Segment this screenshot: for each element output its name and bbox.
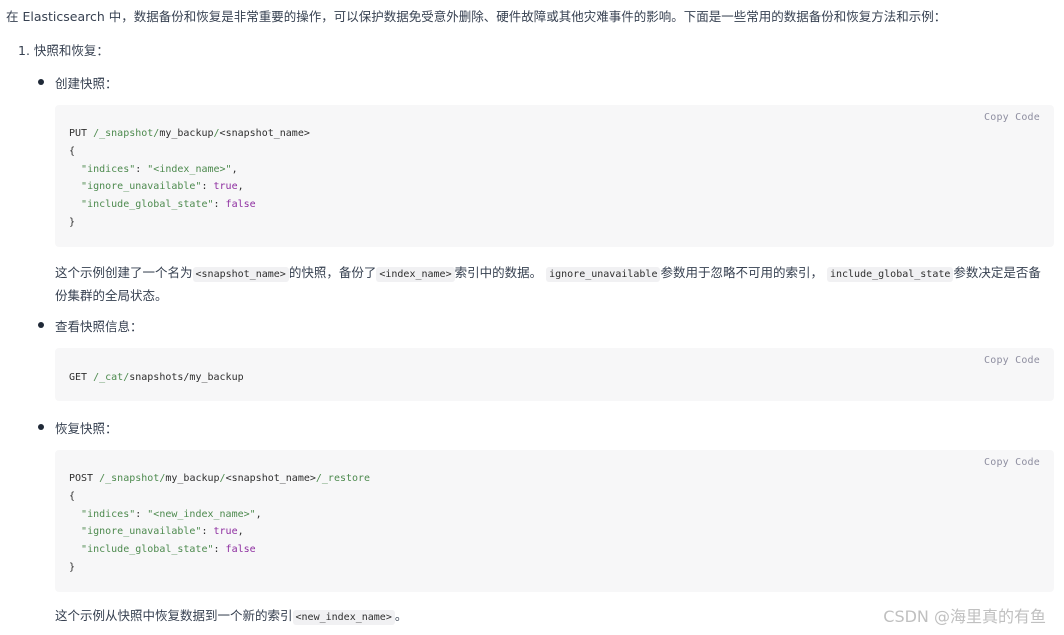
inline-code: include_global_state [826,267,954,282]
copy-code-button[interactable]: Copy Code [984,457,1040,468]
intro-paragraph: 在 Elasticsearch 中，数据备份和恢复是非常重要的操作，可以保护数据… [6,9,947,24]
ordered-list-item: 1. 快照和恢复： [18,43,109,58]
inline-code: <index_name> [376,267,455,282]
create-snapshot-description: 这个示例创建了一个名为 <snapshot_name> 的快照，备份了 <index_… [55,265,1041,303]
section-label-restore-snapshot: 恢复快照： [55,421,118,436]
code-method: PUT [69,128,88,139]
inline-code: <snapshot_name> [192,267,289,282]
copy-code-button[interactable]: Copy Code [984,355,1040,366]
bullet-icon [38,322,44,328]
inline-code: <new_index_name> [292,610,395,625]
code-block-restore-snapshot: Copy Code POST /_snapshot/my_backup/<sna… [55,450,1054,592]
section-label-view-snapshot: 查看快照信息： [55,319,143,334]
section-label-create-snapshot: 创建快照： [55,76,118,91]
bullet-icon [38,79,44,85]
copy-code-button[interactable]: Copy Code [984,112,1040,123]
csdn-watermark: CSDN @海里真的有鱼 [883,607,1046,626]
bullet-icon [38,424,44,430]
code-block-view-snapshot: Copy Code GET /_cat/snapshots/my_backup [55,348,1054,401]
code-block-create-snapshot: Copy Code PUT /_snapshot/my_backup/<snap… [55,105,1054,247]
inline-code: ignore_unavailable [546,267,661,282]
